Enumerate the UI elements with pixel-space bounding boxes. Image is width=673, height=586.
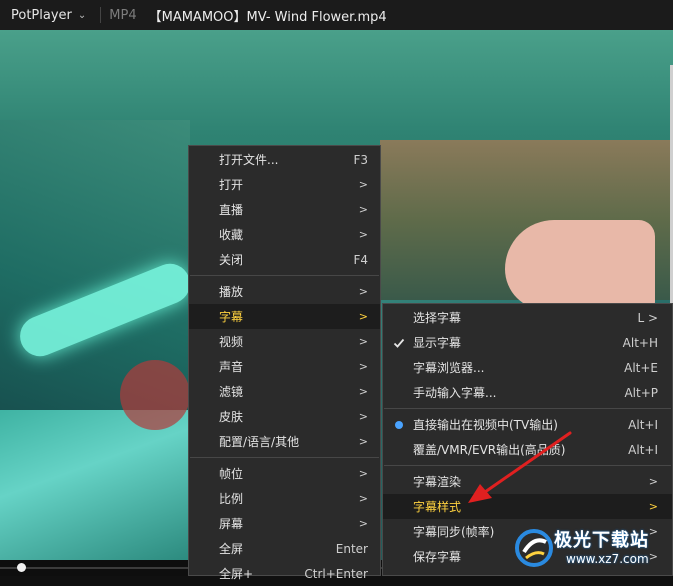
watermark-url: www.xz7.com <box>566 552 649 566</box>
menu-item-shortcut: L > <box>637 310 658 325</box>
menu-item-label: 收藏 <box>219 228 244 242</box>
menu-item-open-file[interactable]: 打开文件... F3 <box>189 147 380 172</box>
check-icon <box>393 330 405 355</box>
menu-item-label: 字幕渲染 <box>413 475 462 489</box>
menu-item-label: 视频 <box>219 335 244 349</box>
menu-item-preferences[interactable]: 配置/语言/其他 > <box>189 429 380 454</box>
chevron-right-icon: > <box>358 178 368 191</box>
menu-item-favorites[interactable]: 收藏 > <box>189 222 380 247</box>
menu-separator <box>190 457 379 458</box>
watermark-logo-icon <box>515 529 553 567</box>
menu-item-skins[interactable]: 皮肤 > <box>189 404 380 429</box>
menu-item-label: 打开文件... <box>219 153 279 167</box>
menu-item-shortcut: Enter <box>335 541 368 556</box>
menu-item-subtitles[interactable]: 字幕 > <box>189 304 380 329</box>
menu-item-shortcut: Ctrl+Enter <box>304 566 368 581</box>
chevron-right-icon: > <box>358 435 368 448</box>
chevron-right-icon: > <box>648 500 658 513</box>
chevron-right-icon: > <box>358 517 368 530</box>
chevron-right-icon: > <box>358 285 368 298</box>
context-menu: 打开文件... F3 打开 > 直播 > 收藏 > 关闭 F4 播放 > 字幕 > 视频 > 声… <box>188 145 381 581</box>
chevron-right-icon: > <box>358 467 368 480</box>
format-label: MP4 <box>109 7 137 23</box>
menu-separator <box>384 465 671 466</box>
menu-item-audio[interactable]: 声音 > <box>189 354 380 379</box>
video-detail <box>0 410 190 560</box>
chevron-right-icon: > <box>358 335 368 348</box>
menu-item-label: 关闭 <box>219 253 244 267</box>
menu-item-subtitle-browser[interactable]: 字幕浏览器... Alt+E <box>383 355 672 380</box>
menu-item-video[interactable]: 视频 > <box>189 329 380 354</box>
menu-item-label: 播放 <box>219 285 244 299</box>
menu-item-shortcut: Alt+I <box>628 417 658 432</box>
chevron-right-icon: > <box>358 228 368 241</box>
seek-handle[interactable] <box>17 563 26 572</box>
menu-item-manual-subtitle[interactable]: 手动输入字幕... Alt+P <box>383 380 672 405</box>
chevron-right-icon: > <box>358 360 368 373</box>
app-menu-button[interactable]: PotPlayer ⌄ <box>0 0 96 30</box>
radio-dot-icon <box>393 412 403 437</box>
menu-item-filters[interactable]: 滤镜 > <box>189 379 380 404</box>
menu-item-shortcut: F3 <box>353 152 368 167</box>
menu-item-label: 直播 <box>219 203 244 217</box>
menu-item-label: 显示字幕 <box>413 336 462 350</box>
menu-item-frame[interactable]: 帧位 > <box>189 461 380 486</box>
chevron-right-icon: > <box>358 310 368 323</box>
menu-item-playback[interactable]: 播放 > <box>189 279 380 304</box>
chevron-down-icon: ⌄ <box>77 9 87 21</box>
menu-item-label: 打开 <box>219 178 244 192</box>
menu-separator <box>190 275 379 276</box>
menu-item-screen[interactable]: 屏幕 > <box>189 511 380 536</box>
menu-item-label: 手动输入字幕... <box>413 386 497 400</box>
video-detail <box>505 220 655 310</box>
menu-item-label: 比例 <box>219 492 244 506</box>
watermark: 极光下载站 www.xz7.com <box>510 520 673 576</box>
menu-item-label: 滤镜 <box>219 385 244 399</box>
menu-item-label: 帧位 <box>219 467 244 481</box>
menu-item-subtitle-style[interactable]: 字幕样式 > <box>383 494 672 519</box>
menu-item-label: 屏幕 <box>219 517 244 531</box>
video-detail <box>120 360 190 430</box>
menu-item-label: 配置/语言/其他 <box>219 435 300 449</box>
menu-item-shortcut: Alt+E <box>624 360 658 375</box>
menu-item-fullscreen-plus[interactable]: 全屏+ Ctrl+Enter <box>189 561 380 586</box>
app-name: PotPlayer <box>11 7 72 23</box>
chevron-right-icon: > <box>358 492 368 505</box>
menu-item-overlay-output[interactable]: 覆盖/VMR/EVR输出(高品质) Alt+I <box>383 437 672 462</box>
chevron-right-icon: > <box>358 385 368 398</box>
menu-item-tv-output[interactable]: 直接输出在视频中(TV输出) Alt+I <box>383 412 672 437</box>
menu-item-label: 字幕 <box>219 310 244 324</box>
menu-item-live[interactable]: 直播 > <box>189 197 380 222</box>
chevron-right-icon: > <box>358 410 368 423</box>
menu-item-label: 全屏+ <box>219 567 254 581</box>
chevron-right-icon: > <box>358 203 368 216</box>
menu-item-label: 字幕样式 <box>413 500 462 514</box>
menu-item-open[interactable]: 打开 > <box>189 172 380 197</box>
watermark-title: 极光下载站 <box>554 530 649 551</box>
menu-item-fullscreen[interactable]: 全屏 Enter <box>189 536 380 561</box>
menu-item-show-subtitle[interactable]: 显示字幕 Alt+H <box>383 330 672 355</box>
menu-item-label: 皮肤 <box>219 410 244 424</box>
menu-item-close[interactable]: 关闭 F4 <box>189 247 380 272</box>
menu-item-label: 字幕浏览器... <box>413 361 485 375</box>
menu-item-select-subtitle[interactable]: 选择字幕 L > <box>383 305 672 330</box>
menu-item-shortcut: Alt+P <box>624 385 658 400</box>
menu-item-shortcut: Alt+I <box>628 442 658 457</box>
menu-item-label: 直接输出在视频中(TV输出) <box>413 418 558 432</box>
chevron-right-icon: > <box>648 475 658 488</box>
file-title: 【MAMAMOO】MV- Wind Flower.mp4 <box>148 9 387 25</box>
menu-item-ratio[interactable]: 比例 > <box>189 486 380 511</box>
title-bar: PotPlayer ⌄ MP4 【MAMAMOO】MV- Wind Flower… <box>0 0 673 30</box>
menu-item-shortcut: F4 <box>353 252 368 267</box>
menu-separator <box>384 408 671 409</box>
menu-item-label: 选择字幕 <box>413 311 462 325</box>
menu-item-label: 覆盖/VMR/EVR输出(高品质) <box>413 443 566 457</box>
menu-item-label: 全屏 <box>219 542 244 556</box>
menu-item-shortcut: Alt+H <box>622 335 658 350</box>
divider <box>100 7 102 23</box>
menu-item-subtitle-render[interactable]: 字幕渲染 > <box>383 469 672 494</box>
menu-item-label: 声音 <box>219 360 244 374</box>
